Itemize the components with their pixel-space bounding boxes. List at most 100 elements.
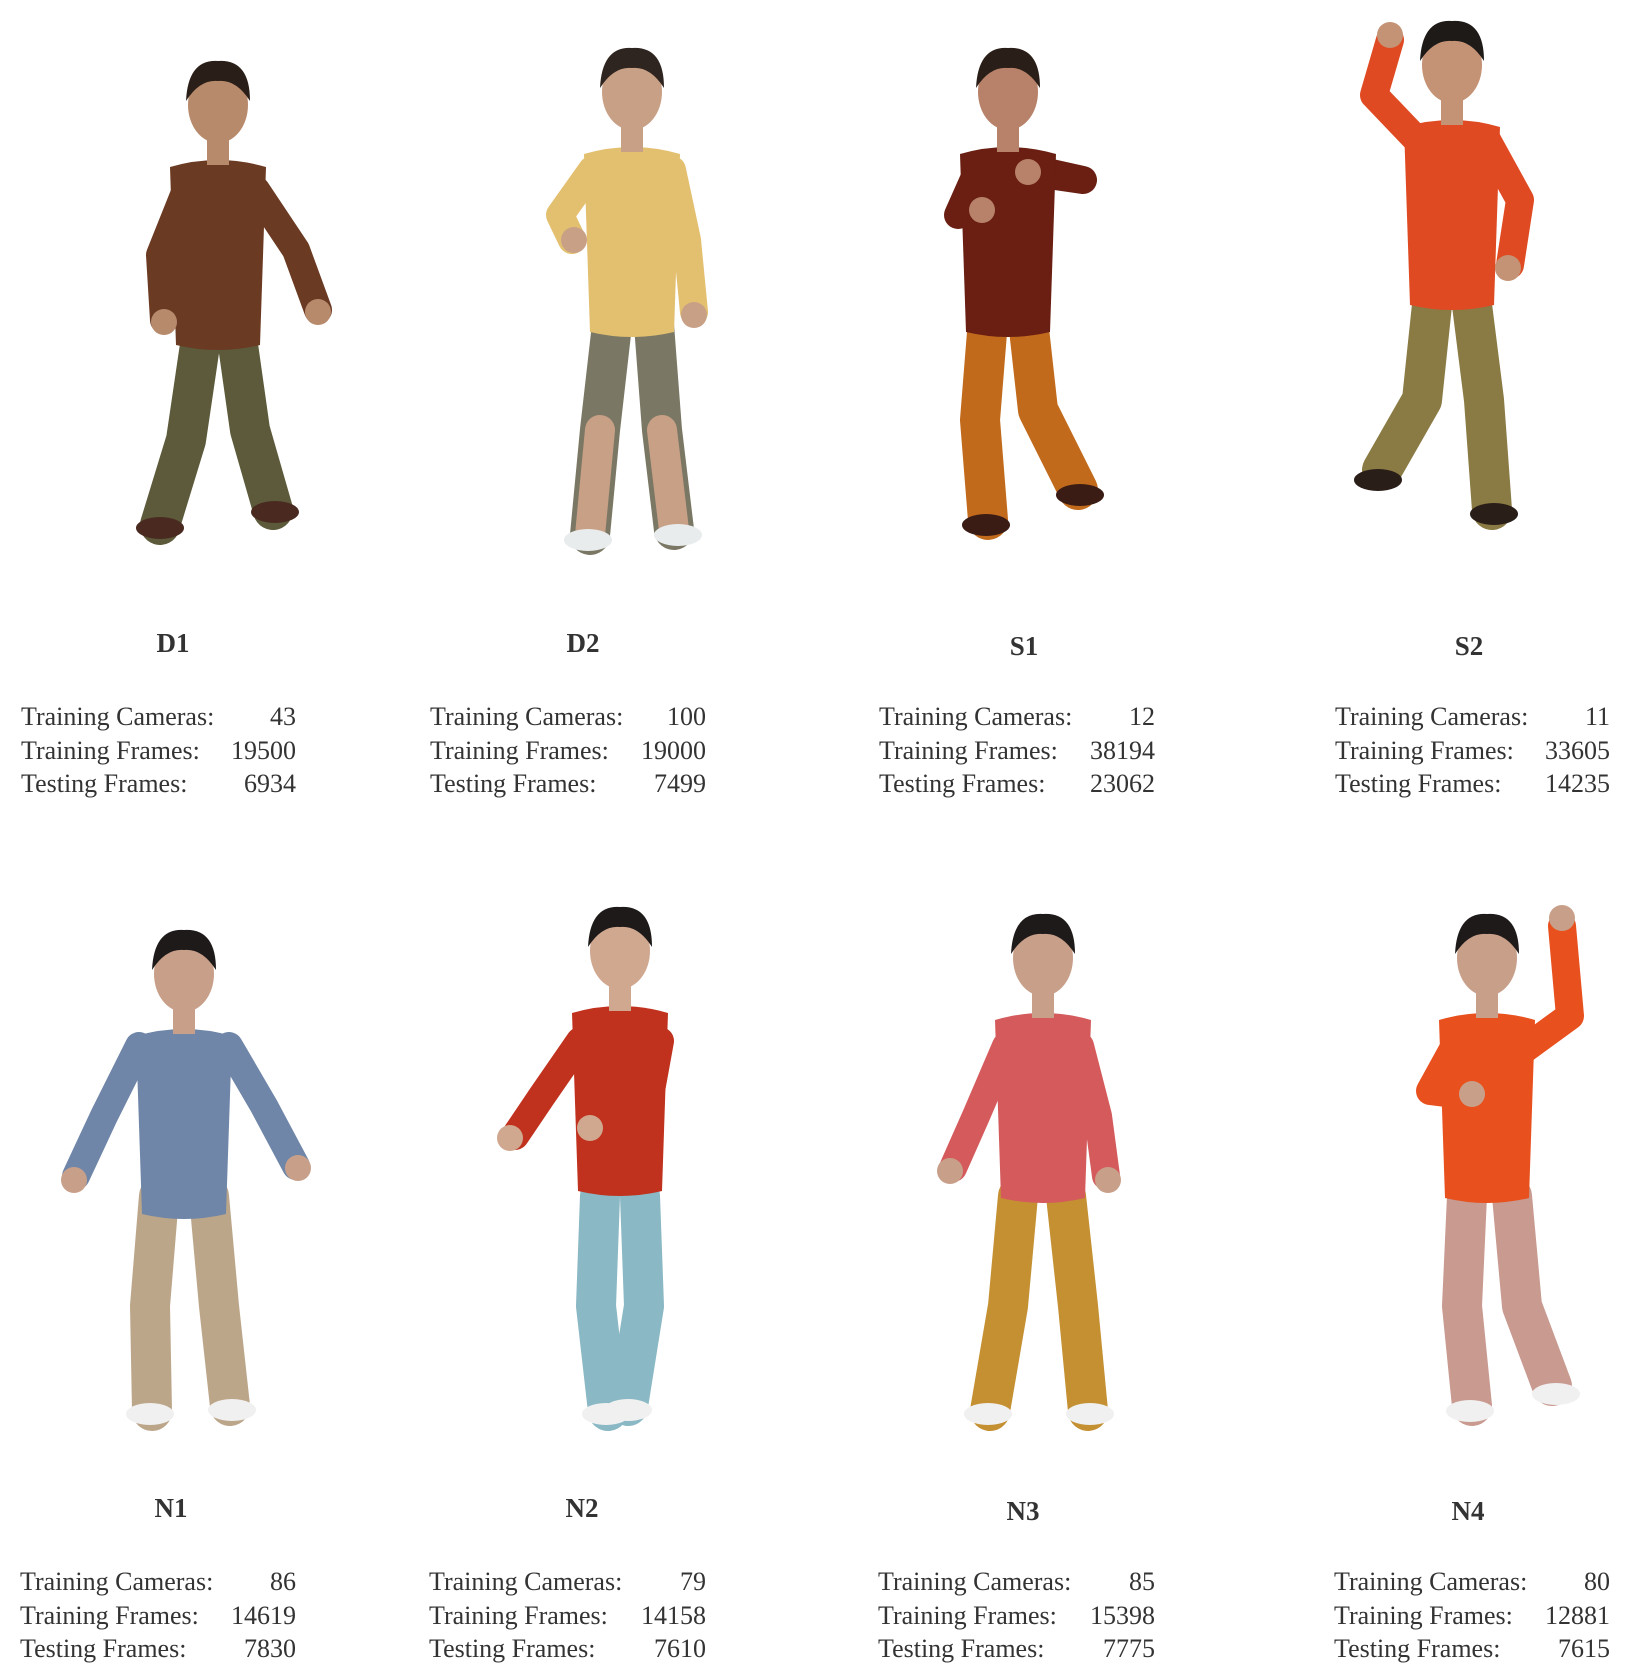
subject-figure: [420, 0, 800, 600]
testing-frames-value: 7615: [1558, 1634, 1610, 1663]
training-cameras-row: Training Cameras: 11: [1335, 700, 1610, 734]
training-frames-row: Training Frames: 14619: [20, 1599, 296, 1633]
right-hand: [681, 302, 707, 328]
training-cameras-label: Training Cameras:: [878, 1567, 1072, 1596]
left-hand: [497, 1125, 523, 1151]
testing-frames-value: 7499: [654, 769, 706, 798]
training-frames-value: 33605: [1545, 735, 1610, 765]
right-shoe: [1056, 484, 1104, 506]
right-arm: [242, 176, 332, 324]
right-hand: [1015, 159, 1041, 185]
left-shoe: [1446, 1400, 1494, 1422]
training-cameras-value: 43: [270, 702, 296, 731]
training-frames-value: 19000: [641, 735, 706, 765]
subject-stats: Training Cameras: 80 Training Frames: 1288…: [1334, 1565, 1610, 1666]
testing-frames-label: Testing Frames:: [21, 769, 188, 798]
right-shoe: [1470, 503, 1518, 525]
training-cameras-value: 85: [1129, 1567, 1155, 1596]
left-leg: [140, 325, 220, 545]
testing-frames-row: Testing Frames: 6934: [21, 767, 296, 801]
right-leg: [1492, 1176, 1572, 1406]
subject-stats: Training Cameras: 12 Training Frames: 3819…: [879, 700, 1155, 801]
testing-frames-row: Testing Frames: 7610: [429, 1632, 706, 1666]
subject-stats: Training Cameras: 79 Training Frames: 1415…: [429, 1565, 706, 1666]
right-hand: [1495, 255, 1521, 281]
training-frames-row: Training Frames: 15398: [878, 1599, 1155, 1633]
training-cameras-value: 12: [1129, 702, 1155, 731]
right-leg: [608, 1176, 664, 1426]
training-frames-row: Training Frames: 14158: [429, 1599, 706, 1633]
training-frames-label: Training Frames:: [20, 1600, 199, 1630]
subject-stats: Training Cameras: 85 Training Frames: 1539…: [878, 1565, 1155, 1666]
training-frames-row: Training Frames: 19000: [430, 734, 706, 768]
training-frames-label: Training Frames:: [879, 735, 1058, 765]
left-arm: [1360, 26, 1431, 154]
left-shoe: [126, 1403, 174, 1425]
left-arm: [62, 1032, 153, 1190]
right-leg: [218, 325, 293, 530]
training-cameras-row: Training Cameras: 80: [1334, 1565, 1610, 1599]
training-cameras-label: Training Cameras:: [879, 702, 1073, 731]
training-cameras-value: 86: [270, 1567, 296, 1596]
testing-frames-label: Testing Frames:: [1335, 769, 1502, 798]
subject-name: N2: [565, 1493, 599, 1523]
torso: [1439, 1013, 1535, 1203]
training-cameras-label: Training Cameras:: [1335, 702, 1529, 731]
training-frames-label: Training Frames:: [1335, 735, 1514, 765]
subject-name: N3: [1006, 1496, 1040, 1526]
person-group: [136, 60, 332, 545]
training-frames-label: Training Frames:: [430, 735, 609, 765]
training-frames-value: 12881: [1545, 1600, 1610, 1630]
person-silhouette: [136, 60, 332, 545]
left-leg: [970, 1176, 1038, 1431]
training-cameras-value: 79: [680, 1567, 706, 1596]
torso: [960, 147, 1056, 337]
left-hand: [151, 309, 177, 335]
right-shoe: [1066, 1403, 1114, 1425]
training-cameras-label: Training Cameras:: [430, 702, 624, 731]
testing-frames-row: Testing Frames: 7775: [878, 1632, 1155, 1666]
subject-figure: [868, 866, 1248, 1466]
subject-figure: [1322, 866, 1634, 1466]
person-group: [61, 929, 311, 1431]
person-silhouette: [1354, 20, 1534, 530]
testing-frames-value: 7830: [244, 1634, 296, 1663]
training-cameras-row: Training Cameras: 100: [430, 700, 706, 734]
training-frames-value: 14158: [641, 1600, 706, 1630]
subject-name: N1: [154, 1493, 188, 1523]
left-leg: [576, 1176, 628, 1431]
training-cameras-value: 11: [1584, 702, 1610, 731]
testing-frames-value: 7775: [1103, 1634, 1155, 1663]
training-frames-label: Training Frames:: [1334, 1600, 1513, 1630]
left-leg: [1442, 1176, 1492, 1426]
person-silhouette: [944, 47, 1104, 540]
training-frames-label: Training Frames:: [878, 1600, 1057, 1630]
person-silhouette: [1416, 905, 1584, 1426]
left-leg: [1362, 285, 1452, 490]
right-shoe: [654, 524, 702, 546]
left-hand: [61, 1167, 87, 1193]
person-group: [546, 47, 708, 555]
training-frames-row: Training Frames: 19500: [21, 734, 296, 768]
subject-figure: [10, 0, 390, 600]
testing-frames-value: 7610: [654, 1634, 706, 1663]
training-cameras-label: Training Cameras:: [429, 1567, 623, 1596]
right-arm: [215, 1032, 310, 1180]
training-cameras-value: 100: [667, 702, 706, 731]
training-frames-value: 19500: [231, 735, 296, 765]
training-frames-row: Training Frames: 38194: [879, 734, 1155, 768]
right-shoe: [1532, 1383, 1580, 1405]
subject-name: S2: [1454, 631, 1484, 661]
training-cameras-row: Training Cameras: 12: [879, 700, 1155, 734]
training-cameras-value: 80: [1584, 1567, 1610, 1596]
testing-frames-row: Testing Frames: 23062: [879, 767, 1155, 801]
torso: [170, 160, 266, 350]
right-shin: [647, 415, 689, 545]
testing-frames-label: Testing Frames:: [20, 1634, 187, 1663]
training-cameras-row: Training Cameras: 86: [20, 1565, 296, 1599]
training-frames-row: Training Frames: 33605: [1335, 734, 1610, 768]
left-hand: [1377, 22, 1403, 48]
right-hand: [577, 1115, 603, 1141]
testing-frames-label: Testing Frames:: [429, 1634, 596, 1663]
torso: [584, 147, 680, 337]
